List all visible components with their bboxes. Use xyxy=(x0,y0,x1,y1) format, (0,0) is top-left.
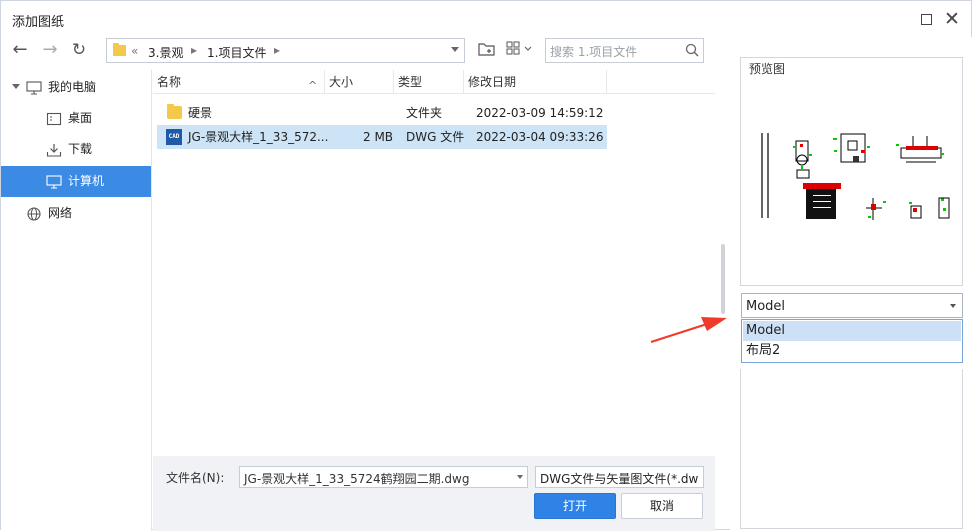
file-name: 硬景 xyxy=(188,106,213,120)
search-placeholder: 搜索 1.项目文件 xyxy=(550,45,638,59)
cancel-button[interactable]: 取消 xyxy=(621,493,703,519)
layout-dropdown-list: Model 布局2 xyxy=(741,319,963,363)
file-type: DWG 文件 xyxy=(406,130,465,144)
search-icon[interactable] xyxy=(685,43,699,57)
sort-ascending-icon: ^ xyxy=(308,79,318,92)
expand-arrow-icon[interactable] xyxy=(12,84,20,89)
open-button[interactable]: 打开 xyxy=(534,493,616,519)
desktop-icon xyxy=(46,112,62,126)
back-button[interactable]: ← xyxy=(9,39,31,61)
arrow-left-icon: ← xyxy=(12,39,28,60)
file-list: 名称 ^ 大小 类型 修改日期 硬景 文件夹 2022-03-09 14:59:… xyxy=(153,70,715,456)
view-mode-icon[interactable] xyxy=(506,41,536,57)
search-input[interactable]: 搜索 1.项目文件 xyxy=(545,38,704,63)
dialog-footer: 文件名(N): JG-景观大样_1_33_5724鹤翔园二期.dwg DWG文件… xyxy=(153,456,715,531)
sidebar-item-desktop[interactable]: 桌面 xyxy=(1,103,151,134)
sidebar-item-label: 下载 xyxy=(68,142,93,156)
cad-file-icon: CAD xyxy=(166,129,182,145)
column-header-row: 名称 ^ 大小 类型 修改日期 xyxy=(153,70,715,94)
file-name: JG-景观大样_1_33_572... xyxy=(188,130,329,144)
file-modified: 2022-03-09 14:59:12 xyxy=(476,106,604,120)
refresh-icon: ↻ xyxy=(71,40,87,60)
file-modified: 2022-03-04 09:33:26 xyxy=(476,130,604,144)
maximize-icon xyxy=(920,14,932,25)
toolbar: ← → ↻ « 3.景观 ▸ 1.项目文件 ▸ 搜索 1.项目文件 xyxy=(1,37,715,65)
breadcrumb-item[interactable]: 3.景观 xyxy=(148,44,183,61)
file-type-select[interactable]: DWG文件与矢量图文件(*.dw xyxy=(535,466,704,488)
close-icon: ✕ xyxy=(944,8,960,30)
title-bar: 添加图纸 ✕ xyxy=(1,1,971,37)
forward-button[interactable]: → xyxy=(39,39,61,61)
column-label: 大小 xyxy=(329,75,354,89)
layout-select-value: Model xyxy=(746,299,786,314)
sidebar-item-network[interactable]: 网络 xyxy=(1,198,151,229)
sidebar: 我的电脑 桌面 下载 计算机 网络 xyxy=(1,70,152,531)
column-label: 名称 xyxy=(157,75,182,89)
column-label: 修改日期 xyxy=(468,75,517,89)
close-button[interactable]: ✕ xyxy=(942,9,962,29)
maximize-button[interactable] xyxy=(916,9,936,29)
chevron-down-icon[interactable] xyxy=(950,304,956,308)
folder-icon xyxy=(113,43,126,56)
file-type: 文件夹 xyxy=(406,106,443,120)
download-icon xyxy=(46,144,62,157)
preview-label: 预览图 xyxy=(747,60,788,77)
scrollbar-thumb[interactable] xyxy=(721,244,725,314)
layout-option-layout2[interactable]: 布局2 xyxy=(743,341,961,361)
filename-field[interactable]: JG-景观大样_1_33_5724鹤翔园二期.dwg xyxy=(239,466,528,488)
globe-icon xyxy=(27,207,41,221)
breadcrumb-overflow[interactable]: « xyxy=(131,44,138,58)
column-label: 类型 xyxy=(398,75,423,89)
file-row[interactable]: 硬景 文件夹 2022-03-09 14:59:12 xyxy=(157,101,607,125)
column-header-size[interactable]: 大小 xyxy=(325,70,394,94)
sidebar-item-computer[interactable]: 计算机 xyxy=(1,166,151,197)
chevron-down-icon[interactable] xyxy=(517,475,523,479)
preview-panel: 预览图 Model Model 布局2 xyxy=(730,37,972,531)
annotation-arrow-icon xyxy=(650,317,727,344)
filename-label: 文件名(N): xyxy=(166,471,225,485)
folder-icon xyxy=(167,104,182,119)
monitor-icon xyxy=(26,81,42,95)
sidebar-item-my-computer[interactable]: 我的电脑 xyxy=(1,72,151,103)
file-row[interactable]: CAD JG-景观大样_1_33_572... 2 MB DWG 文件 2022… xyxy=(157,125,607,149)
preview-lower-frame xyxy=(740,369,963,529)
sidebar-item-label: 我的电脑 xyxy=(48,80,97,94)
preview-frame xyxy=(740,57,963,286)
arrow-right-icon: → xyxy=(42,39,58,60)
sidebar-item-label: 计算机 xyxy=(68,174,105,188)
add-drawing-dialog: 添加图纸 ✕ ← → ↻ « 3.景观 ▸ 1.项目文件 ▸ 搜索 1.项目文件… xyxy=(0,0,972,531)
dialog-title: 添加图纸 xyxy=(12,15,65,30)
breadcrumb-item[interactable]: 1.项目文件 xyxy=(207,44,266,61)
layout-select[interactable]: Model xyxy=(741,293,963,318)
sidebar-item-downloads[interactable]: 下载 xyxy=(1,134,151,165)
new-folder-icon[interactable] xyxy=(478,41,496,57)
refresh-button[interactable]: ↻ xyxy=(68,39,90,61)
computer-icon xyxy=(46,175,62,189)
sidebar-item-label: 网络 xyxy=(48,206,73,220)
drawing-thumbnail xyxy=(761,133,950,220)
column-header-name[interactable]: 名称 ^ xyxy=(153,70,325,94)
file-size: 2 MB xyxy=(363,130,394,144)
file-type-value: DWG文件与矢量图文件(*.dw xyxy=(540,472,699,486)
chevron-right-icon[interactable]: ▸ xyxy=(274,43,280,57)
chevron-right-icon[interactable]: ▸ xyxy=(191,43,197,57)
column-header-type[interactable]: 类型 xyxy=(394,70,464,94)
chevron-down-icon[interactable] xyxy=(451,47,459,52)
address-bar[interactable]: « 3.景观 ▸ 1.项目文件 ▸ xyxy=(106,38,465,63)
column-header-modified[interactable]: 修改日期 xyxy=(464,70,607,94)
filename-value: JG-景观大样_1_33_5724鹤翔园二期.dwg xyxy=(244,472,470,486)
sidebar-item-label: 桌面 xyxy=(68,111,93,125)
layout-option-model[interactable]: Model xyxy=(743,321,961,341)
